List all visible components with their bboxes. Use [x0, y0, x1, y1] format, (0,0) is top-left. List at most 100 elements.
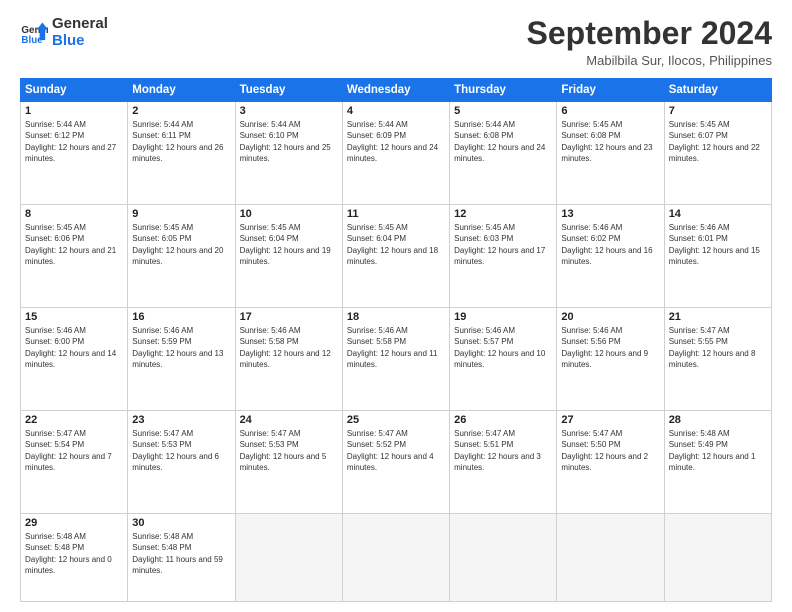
- table-row: 17Sunrise: 5:46 AMSunset: 5:58 PMDayligh…: [235, 308, 342, 411]
- cell-sunset: Sunset: 6:09 PM: [347, 130, 445, 141]
- table-row: 2Sunrise: 5:44 AMSunset: 6:11 PMDaylight…: [128, 102, 235, 205]
- cell-sunrise: Sunrise: 5:45 AM: [454, 222, 552, 233]
- cell-daylight: Daylight: 12 hours and 7 minutes.: [25, 451, 123, 473]
- table-row: 10Sunrise: 5:45 AMSunset: 6:04 PMDayligh…: [235, 205, 342, 308]
- table-row: 13Sunrise: 5:46 AMSunset: 6:02 PMDayligh…: [557, 205, 664, 308]
- cell-sunset: Sunset: 5:56 PM: [561, 336, 659, 347]
- table-row: 29Sunrise: 5:48 AMSunset: 5:48 PMDayligh…: [21, 514, 128, 602]
- table-row: 19Sunrise: 5:46 AMSunset: 5:57 PMDayligh…: [450, 308, 557, 411]
- cell-daylight: Daylight: 12 hours and 4 minutes.: [347, 451, 445, 473]
- cell-sunset: Sunset: 5:58 PM: [240, 336, 338, 347]
- cell-daylight: Daylight: 12 hours and 12 minutes.: [240, 348, 338, 370]
- location: Mabilbila Sur, Ilocos, Philippines: [527, 53, 772, 68]
- cell-sunset: Sunset: 6:04 PM: [240, 233, 338, 244]
- cell-daylight: Daylight: 11 hours and 59 minutes.: [132, 554, 230, 576]
- cell-sunset: Sunset: 5:49 PM: [669, 439, 767, 450]
- header: General Blue General Blue September 2024…: [20, 16, 772, 68]
- table-row: 21Sunrise: 5:47 AMSunset: 5:55 PMDayligh…: [664, 308, 771, 411]
- cell-sunrise: Sunrise: 5:45 AM: [240, 222, 338, 233]
- col-friday: Friday: [557, 79, 664, 102]
- day-number: 14: [669, 208, 767, 220]
- cell-sunset: Sunset: 5:59 PM: [132, 336, 230, 347]
- cell-sunrise: Sunrise: 5:47 AM: [347, 428, 445, 439]
- cell-sunset: Sunset: 6:08 PM: [561, 130, 659, 141]
- cell-sunset: Sunset: 5:55 PM: [669, 336, 767, 347]
- cell-sunset: Sunset: 5:51 PM: [454, 439, 552, 450]
- cell-sunset: Sunset: 6:10 PM: [240, 130, 338, 141]
- day-number: 8: [25, 208, 123, 220]
- day-number: 25: [347, 414, 445, 426]
- calendar-week-row: 29Sunrise: 5:48 AMSunset: 5:48 PMDayligh…: [21, 514, 772, 602]
- cell-sunrise: Sunrise: 5:44 AM: [454, 119, 552, 130]
- calendar-week-row: 1Sunrise: 5:44 AMSunset: 6:12 PMDaylight…: [21, 102, 772, 205]
- col-wednesday: Wednesday: [342, 79, 449, 102]
- cell-sunset: Sunset: 6:02 PM: [561, 233, 659, 244]
- day-number: 5: [454, 105, 552, 117]
- calendar-header-row: Sunday Monday Tuesday Wednesday Thursday…: [21, 79, 772, 102]
- cell-daylight: Daylight: 12 hours and 13 minutes.: [132, 348, 230, 370]
- cell-sunrise: Sunrise: 5:46 AM: [347, 325, 445, 336]
- day-number: 16: [132, 311, 230, 323]
- cell-sunrise: Sunrise: 5:47 AM: [561, 428, 659, 439]
- day-number: 11: [347, 208, 445, 220]
- day-number: 6: [561, 105, 659, 117]
- cell-sunset: Sunset: 6:01 PM: [669, 233, 767, 244]
- cell-daylight: Daylight: 12 hours and 0 minutes.: [25, 554, 123, 576]
- day-number: 26: [454, 414, 552, 426]
- day-number: 1: [25, 105, 123, 117]
- cell-sunset: Sunset: 5:48 PM: [25, 542, 123, 553]
- table-row: 1Sunrise: 5:44 AMSunset: 6:12 PMDaylight…: [21, 102, 128, 205]
- table-row: 30Sunrise: 5:48 AMSunset: 5:48 PMDayligh…: [128, 514, 235, 602]
- cell-sunrise: Sunrise: 5:45 AM: [25, 222, 123, 233]
- cell-sunset: Sunset: 5:57 PM: [454, 336, 552, 347]
- cell-sunset: Sunset: 5:52 PM: [347, 439, 445, 450]
- cell-daylight: Daylight: 12 hours and 18 minutes.: [347, 245, 445, 267]
- table-row: [557, 514, 664, 602]
- cell-sunrise: Sunrise: 5:44 AM: [132, 119, 230, 130]
- day-number: 22: [25, 414, 123, 426]
- cell-daylight: Daylight: 12 hours and 23 minutes.: [561, 142, 659, 164]
- cell-sunrise: Sunrise: 5:46 AM: [25, 325, 123, 336]
- cell-daylight: Daylight: 12 hours and 9 minutes.: [561, 348, 659, 370]
- table-row: 20Sunrise: 5:46 AMSunset: 5:56 PMDayligh…: [557, 308, 664, 411]
- day-number: 19: [454, 311, 552, 323]
- cell-daylight: Daylight: 12 hours and 5 minutes.: [240, 451, 338, 473]
- cell-sunset: Sunset: 5:53 PM: [132, 439, 230, 450]
- logo-blue: Blue: [52, 33, 108, 50]
- table-row: 14Sunrise: 5:46 AMSunset: 6:01 PMDayligh…: [664, 205, 771, 308]
- cell-sunrise: Sunrise: 5:45 AM: [347, 222, 445, 233]
- day-number: 4: [347, 105, 445, 117]
- cell-daylight: Daylight: 12 hours and 11 minutes.: [347, 348, 445, 370]
- table-row: 5Sunrise: 5:44 AMSunset: 6:08 PMDaylight…: [450, 102, 557, 205]
- cell-sunrise: Sunrise: 5:46 AM: [561, 325, 659, 336]
- cell-sunrise: Sunrise: 5:46 AM: [132, 325, 230, 336]
- table-row: 11Sunrise: 5:45 AMSunset: 6:04 PMDayligh…: [342, 205, 449, 308]
- table-row: [235, 514, 342, 602]
- cell-daylight: Daylight: 12 hours and 24 minutes.: [347, 142, 445, 164]
- calendar-week-row: 8Sunrise: 5:45 AMSunset: 6:06 PMDaylight…: [21, 205, 772, 308]
- day-number: 3: [240, 105, 338, 117]
- table-row: [342, 514, 449, 602]
- col-tuesday: Tuesday: [235, 79, 342, 102]
- table-row: 22Sunrise: 5:47 AMSunset: 5:54 PMDayligh…: [21, 411, 128, 514]
- col-thursday: Thursday: [450, 79, 557, 102]
- cell-sunrise: Sunrise: 5:47 AM: [25, 428, 123, 439]
- cell-daylight: Daylight: 12 hours and 1 minute.: [669, 451, 767, 473]
- table-row: 24Sunrise: 5:47 AMSunset: 5:53 PMDayligh…: [235, 411, 342, 514]
- cell-sunset: Sunset: 6:03 PM: [454, 233, 552, 244]
- cell-daylight: Daylight: 12 hours and 3 minutes.: [454, 451, 552, 473]
- day-number: 12: [454, 208, 552, 220]
- logo-general: General: [52, 16, 108, 33]
- cell-sunrise: Sunrise: 5:48 AM: [132, 531, 230, 542]
- cell-daylight: Daylight: 12 hours and 8 minutes.: [669, 348, 767, 370]
- title-block: September 2024 Mabilbila Sur, Ilocos, Ph…: [527, 16, 772, 68]
- table-row: 28Sunrise: 5:48 AMSunset: 5:49 PMDayligh…: [664, 411, 771, 514]
- cell-sunrise: Sunrise: 5:48 AM: [25, 531, 123, 542]
- table-row: 15Sunrise: 5:46 AMSunset: 6:00 PMDayligh…: [21, 308, 128, 411]
- calendar-week-row: 22Sunrise: 5:47 AMSunset: 5:54 PMDayligh…: [21, 411, 772, 514]
- table-row: 25 Sunrise: 5:47 AMSunset: 5:52 PMDayligh…: [342, 411, 449, 514]
- cell-daylight: Daylight: 12 hours and 20 minutes.: [132, 245, 230, 267]
- cell-daylight: Daylight: 12 hours and 2 minutes.: [561, 451, 659, 473]
- cell-daylight: Daylight: 12 hours and 26 minutes.: [132, 142, 230, 164]
- cell-daylight: Daylight: 12 hours and 16 minutes.: [561, 245, 659, 267]
